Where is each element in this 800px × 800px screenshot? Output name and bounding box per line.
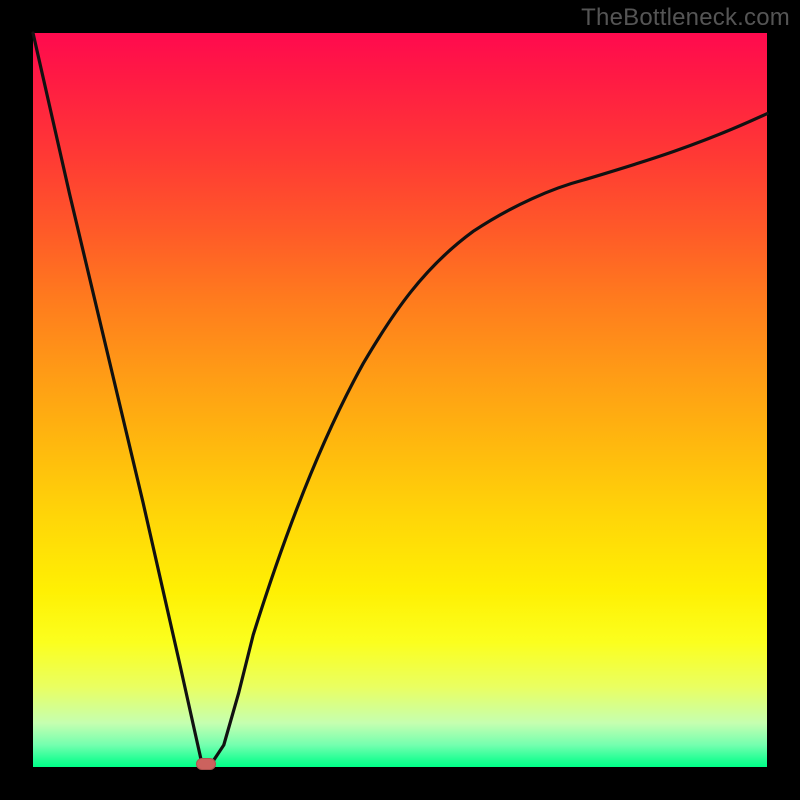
bottleneck-curve [33, 33, 767, 767]
plot-area [33, 33, 767, 767]
watermark-label: TheBottleneck.com [581, 4, 790, 32]
curve-svg [33, 33, 767, 767]
chart-frame: TheBottleneck.com [0, 0, 800, 800]
minimum-marker [196, 758, 216, 770]
